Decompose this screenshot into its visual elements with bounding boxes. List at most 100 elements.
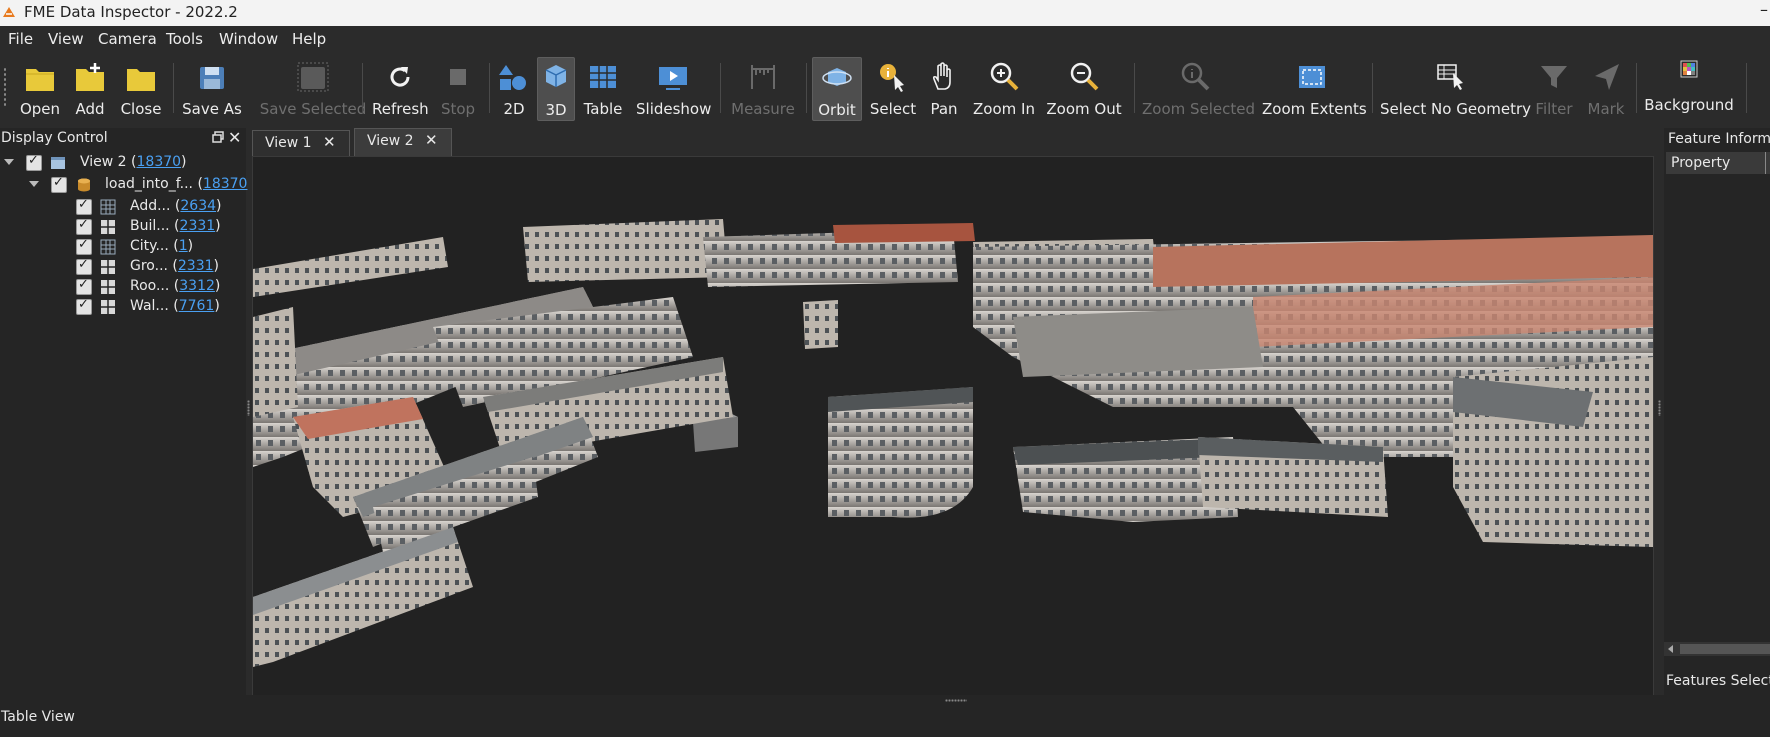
- zoom-in-button[interactable]: Zoom In: [972, 57, 1036, 119]
- checkbox-layer[interactable]: [76, 237, 92, 255]
- add-button[interactable]: Add: [68, 57, 112, 119]
- select-button[interactable]: Select: [868, 57, 918, 119]
- scroll-left-icon[interactable]: [1668, 645, 1673, 653]
- slideshow-icon: [659, 67, 687, 90]
- menu-camera[interactable]: Camera: [98, 30, 157, 48]
- expand-arrow-icon[interactable]: [4, 159, 14, 165]
- menu-window[interactable]: Window: [219, 30, 278, 48]
- fme-app-icon: [3, 7, 15, 17]
- column-separator[interactable]: [1765, 152, 1766, 174]
- orbit-button[interactable]: Orbit: [812, 57, 862, 121]
- table-button[interactable]: Table: [580, 57, 626, 119]
- right-splitter-handle[interactable]: [1658, 400, 1661, 416]
- save-selected-button[interactable]: Save Selected: [252, 57, 374, 119]
- layer-count-link[interactable]: 2331: [180, 218, 216, 234]
- save-as-button[interactable]: Save As: [182, 57, 242, 119]
- tree-row-layer-building[interactable]: Buil... (2331): [0, 217, 246, 237]
- expand-arrow-icon[interactable]: [29, 181, 39, 187]
- scroll-thumb[interactable]: [1680, 644, 1770, 654]
- tab-close-icon[interactable]: ✕: [425, 131, 438, 149]
- add-label: Add: [75, 100, 105, 118]
- save-as-icon: [200, 67, 224, 89]
- property-column-header[interactable]: Property: [1666, 152, 1770, 174]
- layer-count-link[interactable]: 7761: [179, 298, 215, 314]
- minimize-button[interactable]: –: [1760, 0, 1770, 26]
- mode-2d-button[interactable]: 2D: [496, 57, 532, 119]
- slideshow-button[interactable]: Slideshow: [636, 57, 711, 119]
- separator: [720, 63, 721, 113]
- float-panel-icon[interactable]: [212, 131, 224, 143]
- checkbox-layer[interactable]: [76, 217, 92, 235]
- menu-help[interactable]: Help: [292, 30, 326, 48]
- save-selected-label: Save Selected: [259, 100, 367, 118]
- bottom-splitter-handle[interactable]: [945, 699, 967, 702]
- background-button[interactable]: Background: [1644, 57, 1734, 119]
- zoom-selected-button[interactable]: Zoom Selected: [1142, 57, 1255, 119]
- layer-count-link[interactable]: 2331: [178, 258, 214, 274]
- tab-view-1[interactable]: View 1 ✕: [252, 130, 350, 157]
- 3d-viewport[interactable]: [252, 156, 1654, 696]
- tree-row-layer-add[interactable]: Add... (2634): [0, 197, 246, 217]
- tree-row-layer-roof[interactable]: Roo... (3312): [0, 277, 246, 297]
- filter-button[interactable]: Filter: [1530, 57, 1578, 119]
- tree-row-layer-city[interactable]: City... (1): [0, 237, 246, 257]
- tree-row-view[interactable]: View 2 (18370): [0, 153, 246, 173]
- pan-button[interactable]: Pan: [924, 57, 964, 119]
- close-button[interactable]: Close: [116, 57, 166, 119]
- dataset-count-link[interactable]: 18370: [203, 176, 248, 192]
- open-button[interactable]: Open: [16, 57, 64, 119]
- select-no-geometry-button[interactable]: Select No Geometry: [1380, 57, 1531, 119]
- refresh-icon: [390, 67, 410, 87]
- menu-file[interactable]: File: [8, 30, 33, 48]
- view-count-link[interactable]: 18370: [137, 154, 182, 170]
- checkbox-layer[interactable]: [76, 197, 92, 215]
- zoom-extents-button[interactable]: Zoom Extents: [1262, 57, 1367, 119]
- horizontal-scrollbar[interactable]: [1664, 642, 1770, 656]
- separator: [1636, 63, 1637, 113]
- layer-label: Gro... (: [130, 258, 178, 274]
- refresh-button[interactable]: Refresh: [372, 57, 429, 119]
- layer-count-link[interactable]: 2634: [180, 198, 216, 214]
- left-splitter-handle[interactable]: [247, 400, 250, 416]
- mode-2d-label: 2D: [503, 100, 525, 118]
- tree-row-layer-wall[interactable]: Wal... (7761): [0, 297, 246, 317]
- measure-button[interactable]: Measure: [730, 57, 796, 119]
- open-label: Open: [19, 100, 61, 118]
- mode-3d-button[interactable]: 3D: [537, 57, 575, 121]
- select-cursor-icon: [880, 64, 904, 92]
- building[interactable]: [253, 307, 298, 417]
- layer-count-close: ): [213, 258, 219, 274]
- shapes-2d-icon: [499, 65, 526, 90]
- checkbox-view[interactable]: [26, 153, 42, 171]
- mark-button[interactable]: Mark: [1584, 57, 1628, 119]
- zoom-extents-label: Zoom Extents: [1262, 100, 1367, 118]
- background-label: Background: [1644, 96, 1734, 114]
- layer-count-close: ): [215, 218, 221, 234]
- layer-count-link[interactable]: 1: [179, 238, 188, 254]
- checkbox-layer[interactable]: [76, 257, 92, 275]
- tree-row-layer-ground[interactable]: Gro... (2331): [0, 257, 246, 277]
- checkbox-layer[interactable]: [76, 277, 92, 295]
- checkbox-layer[interactable]: [76, 297, 92, 315]
- tree-row-dataset[interactable]: load_into_f... (18370: [0, 175, 248, 195]
- layer-grid-icon: [101, 300, 115, 314]
- shapes-3d-icon: [545, 65, 567, 87]
- checkbox-dataset[interactable]: [51, 175, 67, 193]
- toolbar-grip[interactable]: [3, 67, 7, 107]
- layer-count-close: ): [214, 298, 220, 314]
- building[interactable]: [803, 300, 838, 349]
- view-label: View 2 (: [80, 154, 137, 170]
- city-3d-scene[interactable]: [253, 157, 1653, 695]
- measure-label: Measure: [731, 100, 795, 118]
- building[interactable]: [523, 219, 728, 282]
- stop-button[interactable]: Stop: [436, 57, 480, 119]
- zoom-out-button[interactable]: Zoom Out: [1046, 57, 1122, 119]
- menu-tools[interactable]: Tools: [166, 30, 203, 48]
- menu-view[interactable]: View: [48, 30, 84, 48]
- layer-count-link[interactable]: 3312: [179, 278, 215, 294]
- tab-view-2[interactable]: View 2 ✕: [354, 128, 452, 157]
- close-panel-icon[interactable]: ✕: [228, 128, 241, 147]
- tab-close-icon[interactable]: ✕: [323, 133, 336, 151]
- folder-open-icon: [26, 69, 54, 91]
- separator: [489, 63, 490, 113]
